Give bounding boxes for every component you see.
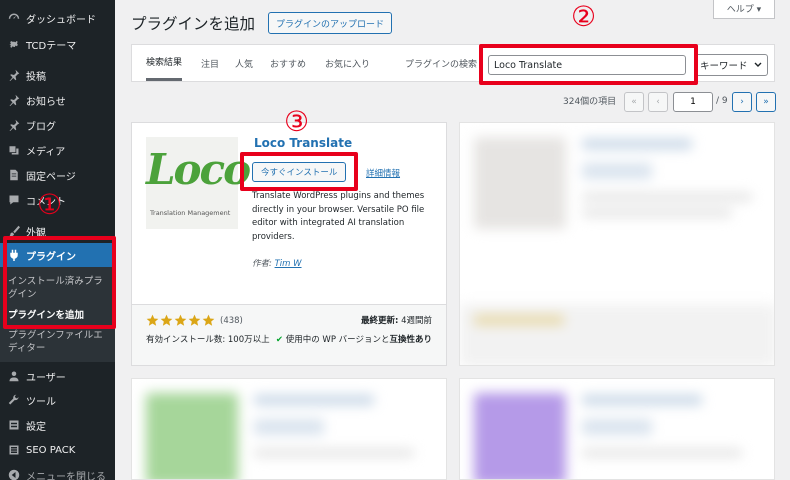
sidebar-item-label: TCDテーマ (26, 40, 77, 52)
plugin-logo[interactable]: Loco Translation Management (146, 137, 251, 229)
pin-icon (7, 94, 20, 107)
star-icon (146, 314, 159, 326)
annotation-box-plugins-menu (3, 236, 116, 329)
active-installs: 有効インストール数: 100万以上 (146, 335, 270, 345)
user-icon (7, 370, 20, 383)
last-page-button[interactable]: » (756, 92, 776, 112)
tab-featured[interactable]: 注目 (201, 45, 219, 81)
sidebar-item-label: お知らせ (26, 96, 66, 108)
page-icon (7, 169, 20, 182)
first-page-button[interactable]: « (624, 92, 644, 112)
compatibility: ✔ 使用中の WP バージョンと互換性あり (272, 334, 432, 346)
last-updated-value: 4週間前 (401, 316, 432, 326)
sidebar-item-settings[interactable]: 設定 (0, 413, 115, 437)
rating-count: (438) (220, 315, 243, 326)
annotation-box-search (479, 44, 698, 85)
sidebar-item-tcd-theme[interactable]: TCDテーマ (0, 32, 115, 56)
search-type-select[interactable]: キーワード (695, 54, 768, 76)
sidebar-item-label: ツール (26, 396, 56, 408)
plugin-card-blurred (459, 122, 775, 366)
check-icon: ✔ (275, 335, 284, 345)
sidebar-item-posts[interactable]: 投稿 (0, 63, 115, 87)
sidebar-item-label: ユーザー (26, 372, 66, 384)
sidebar-item-label: 固定ページ (26, 171, 76, 183)
sidebar-item-label: ダッシュボード (26, 14, 96, 26)
annotation-box-install (240, 152, 358, 191)
sidebar-item-news[interactable]: お知らせ (0, 88, 115, 112)
logo-subtitle: Translation Management (150, 209, 231, 217)
plugin-card-blurred (459, 378, 775, 480)
author-link[interactable]: Tim W (275, 259, 302, 269)
sidebar-item-label: 設定 (26, 421, 46, 433)
search-type-value: キーワード (700, 61, 748, 72)
star-icon (202, 314, 215, 326)
sidebar-item-pages[interactable]: 固定ページ (0, 163, 115, 187)
page-title: プラグインを追加 (131, 15, 256, 33)
star-icon (188, 314, 201, 326)
tab-popular[interactable]: 人気 (235, 45, 253, 81)
prev-page-button[interactable]: ‹ (648, 92, 668, 112)
sidebar-item-seo-pack[interactable]: SEO PACK (0, 438, 115, 462)
annotation-number-3: ③ (284, 105, 310, 138)
tab-recommended[interactable]: おすすめ (270, 45, 306, 81)
compat-prefix: 使用中の WP バージョンと (285, 335, 390, 345)
submenu-plugin-file-editor[interactable]: プラグインファイルエディター (8, 329, 108, 355)
search-label: プラグインの検索 (405, 59, 478, 70)
sidebar-item-label: SEO PACK (26, 444, 76, 456)
collapse-icon (7, 469, 20, 480)
media-icon (7, 144, 20, 157)
star-rating: (438) (146, 314, 243, 327)
comment-icon (7, 194, 20, 207)
list-icon (7, 444, 20, 457)
dashboard-icon (7, 12, 20, 25)
plugin-author: 作者: Tim W (252, 257, 302, 269)
compat-bold: 互換性あり (389, 335, 432, 345)
annotation-number-2: ② (571, 0, 597, 33)
more-details-link[interactable]: 詳細情報 (366, 167, 400, 179)
plugin-description: Translate WordPress plugins and themes d… (252, 191, 425, 242)
sidebar-item-label: メニューを閉じる (26, 471, 106, 480)
sidebar-item-blog[interactable]: ブログ (0, 113, 115, 137)
settings-icon (7, 419, 20, 432)
plugin-name-link[interactable]: Loco Translate (254, 136, 352, 150)
wrench-icon (7, 394, 20, 407)
gear-icon (7, 38, 20, 51)
upload-plugin-button[interactable]: プラグインのアップロード (268, 12, 393, 34)
sidebar-collapse-menu[interactable]: メニューを閉じる (0, 463, 115, 480)
help-button[interactable]: ヘルプ ▾ (713, 0, 775, 19)
plugin-card-blurred (131, 378, 447, 480)
annotation-number-1: ① (37, 188, 63, 221)
next-page-button[interactable]: › (732, 92, 752, 112)
current-page-input[interactable] (673, 92, 713, 112)
sidebar-item-users[interactable]: ユーザー (0, 364, 115, 388)
sidebar-item-label: 投稿 (26, 71, 46, 83)
sidebar-item-tools[interactable]: ツール (0, 388, 115, 412)
sidebar-item-label: ブログ (26, 121, 56, 133)
author-prefix: 作者: (252, 259, 275, 269)
sidebar-item-label: メディア (26, 146, 66, 158)
star-icon (160, 314, 173, 326)
chevron-down-icon (754, 60, 762, 71)
last-updated: 最終更新: 4週間前 (361, 314, 432, 326)
logo-word: Loco (146, 145, 251, 194)
pin-icon (7, 119, 20, 132)
tab-favorites[interactable]: お気に入り (325, 45, 370, 81)
tab-search-results[interactable]: 検索結果 (146, 45, 183, 81)
star-icon (174, 314, 187, 326)
last-updated-label: 最終更新: (360, 316, 399, 326)
sidebar-item-media[interactable]: メディア (0, 138, 115, 162)
sidebar-item-dashboard[interactable]: ダッシュボード (0, 6, 115, 30)
total-pages: / 9 (716, 96, 728, 106)
item-count: 324個の項目 (563, 97, 617, 107)
pin-icon (7, 69, 20, 82)
